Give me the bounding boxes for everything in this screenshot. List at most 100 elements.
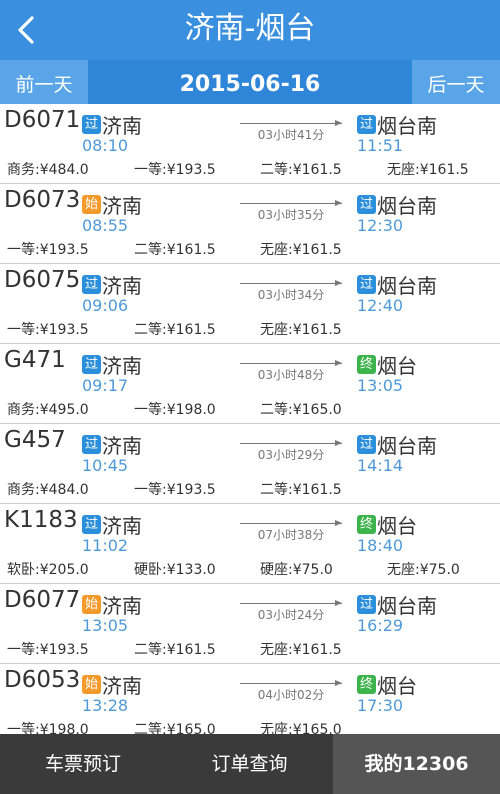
train-row[interactable]: K1183 过济南 11:02 07小时38分 终烟台 18:40 软卧:¥205.0 硬卧:…	[0, 504, 500, 584]
duration-indicator: 03小时41分	[240, 119, 342, 142]
departure-station-type-badge: 过	[82, 435, 101, 454]
travel-duration: 03小时24分	[257, 608, 325, 622]
departure-station-type-badge: 始	[82, 675, 101, 694]
arrow-line	[240, 203, 342, 204]
departure-station-type-badge: 始	[82, 595, 101, 614]
seat-price: 无座:¥75.0	[387, 562, 460, 578]
seat-price: 一等:¥193.5	[7, 242, 89, 258]
seat-price: 一等:¥198.0	[7, 722, 89, 734]
arrival-station: 烟台南	[377, 274, 437, 298]
seat-price: 无座:¥165.0	[260, 722, 342, 734]
arrival-station: 烟台	[377, 674, 417, 698]
seat-price: 二等:¥161.5	[260, 162, 342, 178]
seat-price: 二等:¥165.0	[134, 722, 216, 734]
arrival-station-type-badge: 终	[357, 675, 376, 694]
departure-time: 08:55	[82, 216, 129, 235]
arrival-time: 13:05	[357, 376, 404, 395]
departure-station: 济南	[102, 514, 142, 538]
duration-indicator: 03小时24分	[240, 599, 342, 622]
arrival-station-type-badge: 过	[357, 435, 376, 454]
arrival-time: 18:40	[357, 536, 404, 555]
seat-price: 一等:¥193.5	[134, 162, 216, 178]
travel-duration: 03小时35分	[257, 208, 325, 222]
train-row[interactable]: D6073 始济南 08:55 03小时35分 过烟台南 12:30 一等:¥193.5 二等…	[0, 184, 500, 264]
arrow-line	[240, 523, 342, 524]
seat-price: 硬座:¥75.0	[260, 562, 333, 578]
departure-station-type-badge: 过	[82, 515, 101, 534]
departure-time: 11:02	[82, 536, 129, 555]
departure-station-type-badge: 过	[82, 355, 101, 374]
departure-station: 济南	[102, 594, 142, 618]
tab-order-query[interactable]: 订单查询	[166, 734, 333, 794]
train-number: G471	[4, 347, 66, 373]
departure-time: 13:05	[82, 616, 129, 635]
previous-day-button[interactable]: 前一天	[0, 60, 88, 110]
arrival-station: 烟台	[377, 354, 417, 378]
departure-station: 济南	[102, 274, 142, 298]
train-number: D6077	[4, 587, 81, 613]
seat-price: 商务:¥484.0	[7, 162, 89, 178]
departure-station-type-badge: 过	[82, 275, 101, 294]
departure-station: 济南	[102, 674, 142, 698]
seat-price: 无座:¥161.5	[260, 242, 342, 258]
arrival-station: 烟台南	[377, 434, 437, 458]
train-row[interactable]: D6053 始济南 13:28 04小时02分 终烟台 17:30 一等:¥198.0 二等:…	[0, 664, 500, 734]
departure-time: 09:17	[82, 376, 129, 395]
date-bar: 前一天 2015-06-16 后一天	[0, 60, 500, 110]
arrow-line	[240, 123, 342, 124]
travel-duration: 03小时29分	[257, 448, 325, 462]
train-number: D6071	[4, 107, 81, 133]
duration-indicator: 03小时29分	[240, 439, 342, 462]
train-number: K1183	[4, 507, 78, 533]
arrival-time: 12:30	[357, 216, 404, 235]
train-list[interactable]: D6071 过济南 08:10 03小时41分过烟台南 11:51 商务:¥484.0 一等…	[0, 104, 500, 734]
seat-price: 二等:¥161.5	[134, 642, 216, 658]
duration-indicator: 03小时34分	[240, 279, 342, 302]
departure-station-type-badge: 始	[82, 195, 101, 214]
title-bar: 济南-烟台	[0, 0, 500, 60]
tab-ticket-booking[interactable]: 车票预订	[0, 734, 166, 794]
tab-my-12306[interactable]: 我的12306	[333, 734, 500, 794]
departure-station: 济南	[102, 194, 142, 218]
seat-price: 二等:¥161.5	[260, 482, 342, 498]
train-number: D6075	[4, 267, 81, 293]
duration-indicator: 04小时02分	[240, 679, 342, 702]
seat-price: 一等:¥193.5	[134, 482, 216, 498]
arrival-station: 烟台	[377, 514, 417, 538]
train-row[interactable]: D6071 过济南 08:10 03小时41分过烟台南 11:51 商务:¥484.0 一等…	[0, 104, 500, 184]
duration-indicator: 07小时38分	[240, 519, 342, 542]
train-row[interactable]: D6077 始济南 13:05 03小时24分 过烟台南 16:29 一等:¥193.5 二等…	[0, 584, 500, 664]
seat-price: 商务:¥484.0	[7, 482, 89, 498]
departure-time: 08:10	[82, 136, 129, 155]
arrival-station-type-badge: 终	[357, 355, 376, 374]
seat-price: 一等:¥193.5	[7, 322, 89, 338]
seat-price: 软卧:¥205.0	[7, 562, 89, 578]
arrival-station: 烟台南	[377, 194, 437, 218]
travel-duration: 03小时34分	[257, 288, 325, 302]
train-row[interactable]: D6075 过济南 09:06 03小时34分过烟台南 12:40 一等:¥193.5 二等…	[0, 264, 500, 344]
duration-indicator: 03小时35分	[240, 199, 342, 222]
seat-price: 一等:¥198.0	[134, 402, 216, 418]
duration-indicator: 03小时48分	[240, 359, 342, 382]
train-row[interactable]: G471 过济南 09:17 03小时48分 终烟台 13:05 商务:¥495.0 一等:¥…	[0, 344, 500, 424]
arrival-station-type-badge: 过	[357, 595, 376, 614]
train-row[interactable]: G457 过济南 10:45 03小时29分过烟台南 14:14 商务:¥484.0 一等:…	[0, 424, 500, 504]
travel-duration: 03小时41分	[257, 128, 325, 142]
travel-duration: 04小时02分	[257, 688, 325, 702]
arrival-time: 17:30	[357, 696, 404, 715]
arrow-line	[240, 603, 342, 604]
train-number: G457	[4, 427, 66, 453]
arrow-line	[240, 683, 342, 684]
arrival-time: 14:14	[357, 456, 404, 475]
seat-price: 二等:¥161.5	[134, 322, 216, 338]
train-number: D6053	[4, 667, 81, 693]
departure-station-type-badge: 过	[82, 115, 101, 134]
train-number: D6073	[4, 187, 81, 213]
seat-price: 一等:¥193.5	[7, 642, 89, 658]
travel-duration: 03小时48分	[257, 368, 325, 382]
departure-station: 济南	[102, 354, 142, 378]
bottom-nav: 车票预订 订单查询 我的12306	[0, 734, 500, 794]
next-day-button[interactable]: 后一天	[412, 60, 500, 110]
date-label[interactable]: 2015-06-16	[88, 60, 412, 110]
seat-price: 硬卧:¥133.0	[134, 562, 216, 578]
